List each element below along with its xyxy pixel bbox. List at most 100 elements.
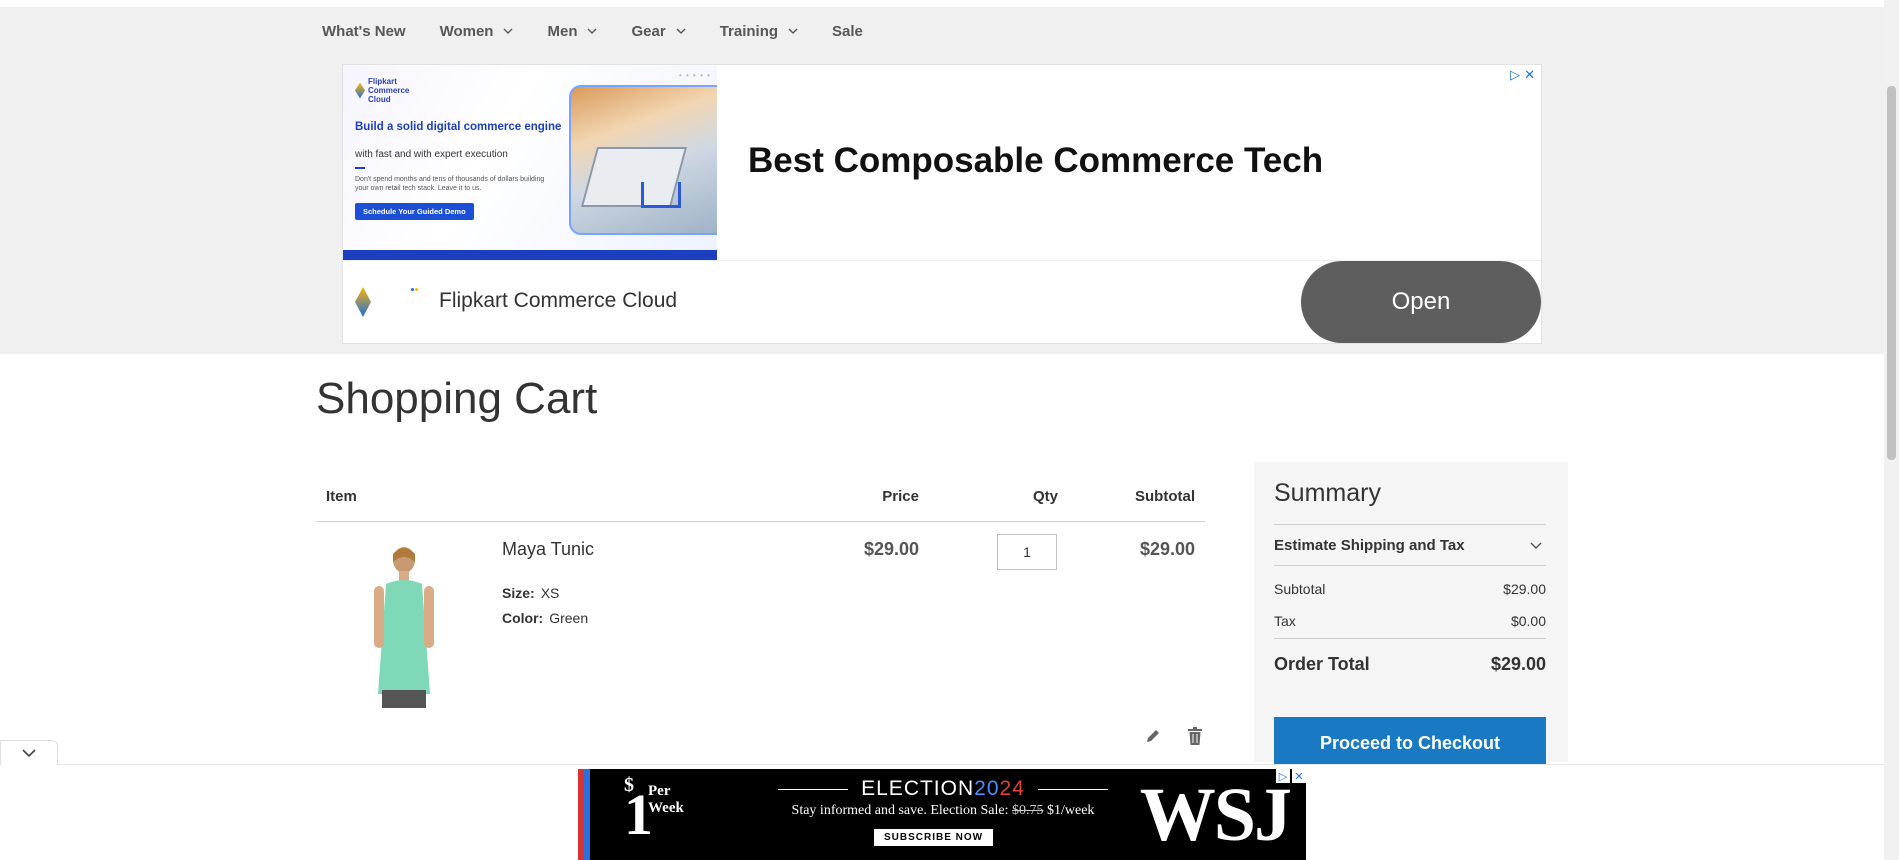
estimate-shipping-label: Estimate Shipping and Tax [1274, 536, 1465, 554]
nav-label: Training [719, 22, 779, 40]
ad-bottom-bar [343, 250, 717, 260]
nav-label: Sale [832, 22, 863, 40]
row-actions [1143, 726, 1205, 746]
size-value: XS [540, 585, 560, 601]
subscribe-now-button[interactable]: SUBSCRIBE NOW [874, 829, 994, 846]
ad-logo-text: Flipkart Commerce Cloud [368, 77, 410, 104]
header-qty: Qty [1032, 488, 1058, 505]
wsj-logo: WSJ [1139, 773, 1292, 857]
cart-table: Item Price Qty Subtotal Maya Tunic Size:… [316, 478, 1205, 745]
product-image[interactable] [360, 544, 448, 708]
scrollbar-thumb[interactable] [1887, 86, 1896, 460]
ad-brand[interactable]: Flipkart Commerce Cloud [439, 289, 677, 313]
header-price: Price [882, 488, 919, 505]
nav-item-whats-new[interactable]: What's New [322, 23, 406, 40]
order-total-label: Order Total [1274, 654, 1370, 674]
nav-item-sale[interactable]: Sale [832, 23, 863, 40]
qty-input[interactable] [997, 534, 1057, 570]
chevron-down-icon [503, 28, 513, 34]
divider-line [778, 789, 848, 790]
product-subtotal: $29.00 [1139, 539, 1195, 559]
summary-subtotal-label: Subtotal [1274, 581, 1326, 597]
color-label: Color: [502, 610, 544, 626]
nav-item-gear[interactable]: Gear [631, 22, 686, 40]
wsj-ad[interactable]: $1 Per Week ELECTION2024 Stay informed a… [578, 769, 1306, 860]
ad-edge-stripe [578, 769, 590, 860]
nav-label: Gear [631, 22, 666, 40]
chevron-down-icon [1530, 542, 1542, 549]
summary-divider [1274, 638, 1546, 639]
pencil-icon [1147, 730, 1159, 742]
trash-icon [1188, 727, 1202, 745]
page-scrollbar[interactable] [1884, 0, 1899, 860]
header-subtotal: Subtotal [1135, 488, 1195, 505]
wsj-tagline: Stay informed and save. Election Sale: $… [748, 803, 1138, 819]
nav-label: What's New [322, 22, 406, 40]
top-strip [0, 0, 1884, 7]
wsj-per-week: Per Week [648, 783, 684, 816]
summary-subtotal-value: $29.00 [1503, 581, 1546, 597]
wsj-price: $1 [608, 775, 653, 855]
old-price: $0.75 [1012, 803, 1044, 818]
ad-choices-icon[interactable]: ▷ [1510, 67, 1520, 83]
ad-choices-icon[interactable]: ▷ [1276, 769, 1290, 783]
ad-creative[interactable]: Flipkart Commerce Cloud Build a solid di… [343, 65, 717, 260]
carousel-dots: • • • • • [679, 71, 711, 80]
summary-order-total-row: Order Total $29.00 [1274, 654, 1546, 675]
cart-table-header: Item Price Qty Subtotal [316, 478, 1205, 522]
summary-title: Summary [1274, 479, 1381, 507]
display-ad[interactable]: Flipkart Commerce Cloud Build a solid di… [342, 64, 1542, 344]
divider-line [1038, 789, 1108, 790]
cart-row: Maya Tunic Size: XS Color: Green $29.00 $2… [316, 522, 1205, 745]
order-total-value: $29.00 [1490, 654, 1546, 674]
election-text: ELECTION2024 [861, 777, 1025, 800]
proceed-to-checkout-button[interactable]: Proceed to Checkout [1274, 717, 1546, 769]
ad-divider [355, 167, 365, 169]
ad-photo [569, 85, 717, 235]
summary-tax-value: $0.00 [1510, 613, 1546, 629]
remove-item-button[interactable] [1185, 726, 1205, 746]
tagline-prefix: Stay informed and save. Election Sale: [791, 803, 1009, 818]
cart-summary: Summary Estimate Shipping and Tax Subtot… [1254, 462, 1568, 769]
summary-tax-label: Tax [1274, 613, 1296, 629]
product-option-size: Size: XS [502, 585, 559, 601]
product-option-color: Color: Green [502, 610, 588, 626]
price-symbol: $ [624, 774, 634, 796]
chevron-down-icon [788, 28, 798, 34]
estimate-shipping-toggle[interactable]: Estimate Shipping and Tax [1274, 524, 1546, 566]
header-item: Item [326, 488, 357, 505]
wsj-election: ELECTION2024 [778, 777, 1108, 801]
nav-label: Women [439, 22, 494, 40]
ad-title[interactable]: Best Composable Commerce Tech [748, 141, 1323, 181]
close-icon[interactable]: ✕ [1292, 769, 1306, 783]
ad-cta-button[interactable]: Schedule Your Guided Demo [355, 203, 474, 220]
close-icon[interactable]: ✕ [1524, 67, 1535, 83]
main-nav: What's New Women Men Gear Training Sale [322, 18, 897, 44]
ad-dots-icon [411, 288, 421, 292]
ad-choices[interactable]: ▷ ✕ [1510, 67, 1535, 83]
edit-item-button[interactable] [1143, 726, 1163, 746]
product-price: $29.00 [863, 539, 919, 559]
tunic-shape [378, 580, 430, 694]
ad-footer[interactable]: Flipkart Commerce Cloud Open [343, 260, 1541, 344]
nav-label: Men [547, 22, 578, 40]
ad-logo: Flipkart Commerce Cloud [355, 77, 428, 104]
ad-subline: with fast and with expert execution [355, 149, 508, 160]
flipkart-logo-icon [355, 287, 371, 317]
nav-item-men[interactable]: Men [547, 23, 597, 40]
chevron-down-icon [22, 749, 36, 758]
color-value: Green [549, 610, 589, 626]
flipkart-logo-icon [355, 82, 365, 99]
nav-item-women[interactable]: Women [440, 23, 514, 40]
summary-tax-row: Tax $0.00 [1274, 613, 1546, 629]
nav-item-training[interactable]: Training [720, 23, 798, 40]
ad-body: Don't spend months and tens of thousands… [355, 176, 545, 192]
chevron-down-icon [676, 28, 686, 34]
new-price: $1/week [1047, 803, 1095, 818]
size-label: Size: [502, 585, 535, 601]
shopping-cart-image [641, 182, 681, 208]
ad-open-button[interactable]: Open [1301, 261, 1541, 343]
chevron-down-icon [587, 28, 597, 34]
anchor-collapse-button[interactable] [0, 740, 58, 765]
product-name-link[interactable]: Maya Tunic [502, 539, 594, 560]
